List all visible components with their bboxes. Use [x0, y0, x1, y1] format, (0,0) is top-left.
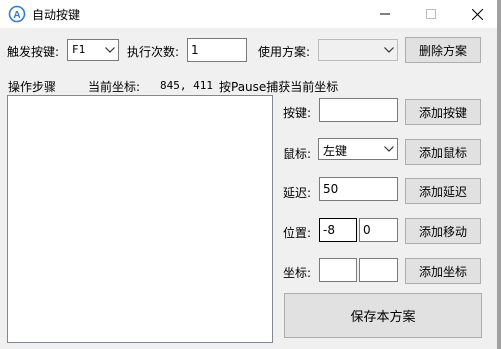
- minimize-icon: [380, 13, 390, 15]
- trigger-key-label: 触发按键:: [7, 45, 60, 59]
- window-edge: [497, 0, 501, 349]
- coord-x-input[interactable]: [319, 258, 357, 282]
- add-delay-button[interactable]: 添加延迟: [405, 178, 481, 204]
- app-logo-icon: A: [8, 5, 26, 23]
- maximize-icon: [426, 9, 436, 19]
- delete-scheme-button[interactable]: 删除方案: [405, 37, 481, 63]
- add-coord-button[interactable]: 添加坐标: [405, 258, 481, 284]
- move-label: 位置:: [283, 226, 312, 240]
- steps-label: 操作步骤: [8, 80, 57, 94]
- mouse-value: 左键: [323, 144, 348, 158]
- window-title: 自动按键: [32, 8, 81, 22]
- svg-text:A: A: [13, 10, 20, 21]
- current-coord-label: 当前坐标:: [88, 80, 141, 94]
- steps-list[interactable]: [7, 95, 273, 343]
- move-x-input[interactable]: -8: [319, 218, 357, 242]
- execution-count-label: 执行次数:: [127, 45, 180, 59]
- scheme-label: 使用方案:: [258, 45, 311, 59]
- close-icon: [471, 8, 483, 20]
- mouse-label: 鼠标:: [283, 147, 312, 161]
- move-x-value: -8: [323, 223, 335, 237]
- coord-label: 坐标:: [283, 266, 312, 280]
- trigger-key-select[interactable]: F1: [67, 39, 119, 61]
- move-y-value: 0: [363, 223, 371, 237]
- add-mouse-button[interactable]: 添加鼠标: [405, 139, 481, 165]
- title-bar: A 自动按键: [0, 0, 501, 28]
- scheme-select[interactable]: [318, 39, 398, 61]
- mouse-select[interactable]: 左键: [318, 138, 398, 160]
- delay-value: 50: [323, 182, 339, 196]
- key-input[interactable]: [319, 98, 398, 122]
- key-label: 按键:: [283, 106, 312, 120]
- execution-count-value: 1: [191, 43, 199, 57]
- close-button[interactable]: [454, 0, 500, 28]
- execution-count-input[interactable]: 1: [187, 38, 247, 62]
- trigger-key-value: F1: [72, 43, 86, 56]
- coord-y-input[interactable]: [359, 258, 398, 282]
- add-key-button[interactable]: 添加按键: [405, 99, 481, 125]
- minimize-button[interactable]: [362, 0, 408, 28]
- save-scheme-button[interactable]: 保存本方案: [284, 293, 482, 338]
- delay-label: 延迟:: [283, 186, 312, 200]
- chevron-down-icon: [384, 47, 394, 53]
- chevron-down-icon: [384, 146, 394, 152]
- capture-hint: 按Pause捕获当前坐标: [219, 80, 339, 94]
- add-move-button[interactable]: 添加移动: [405, 218, 481, 244]
- chevron-down-icon: [105, 47, 115, 53]
- current-coord-value: 845, 411: [160, 79, 213, 92]
- delay-input[interactable]: 50: [319, 177, 398, 201]
- maximize-button[interactable]: [408, 0, 454, 28]
- move-y-input[interactable]: 0: [359, 218, 398, 242]
